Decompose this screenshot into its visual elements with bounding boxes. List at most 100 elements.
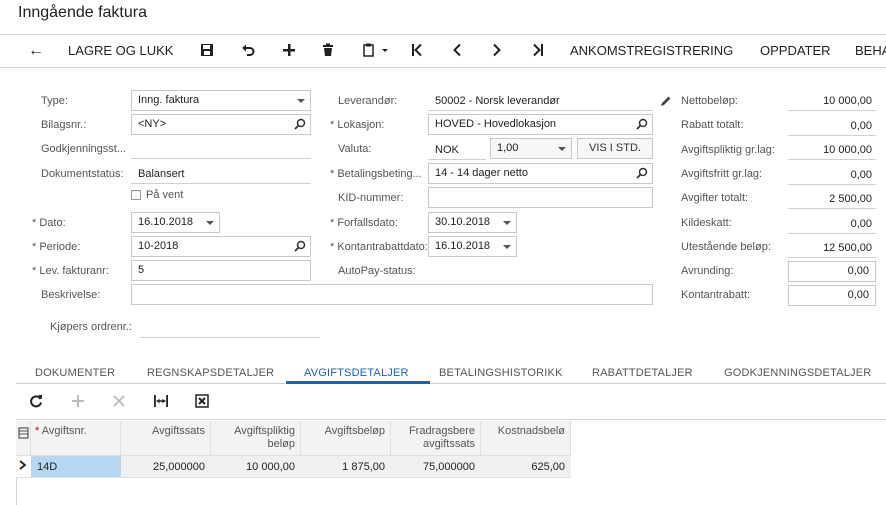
buyer-order-field bbox=[140, 337, 320, 338]
cash-discount-date-value: 16.10.2018 bbox=[435, 240, 491, 252]
currency-label: Valuta: bbox=[338, 143, 372, 155]
add-row-icon[interactable] bbox=[71, 394, 85, 411]
export-excel-icon[interactable] bbox=[195, 394, 209, 411]
description-input[interactable] bbox=[131, 284, 653, 305]
back-arrow-icon[interactable]: ← bbox=[28, 35, 44, 67]
rounding-input[interactable]: 0,00 bbox=[788, 261, 876, 282]
tab-documents[interactable]: DOKUMENTER bbox=[35, 367, 115, 379]
cash-discount-date-input[interactable]: 16.10.2018 bbox=[428, 236, 517, 257]
search-icon[interactable] bbox=[636, 118, 648, 134]
terms-input[interactable]: 14 - 14 dager netto bbox=[428, 163, 653, 184]
row-indicator-icon[interactable] bbox=[16, 456, 31, 478]
refresh-icon[interactable] bbox=[29, 394, 43, 411]
copy-paste-icon[interactable] bbox=[362, 35, 392, 67]
rounding-label: Avrunding: bbox=[681, 265, 734, 277]
autopay-label: AutoPay-status: bbox=[338, 265, 416, 277]
next-record-icon[interactable] bbox=[490, 35, 506, 67]
fit-columns-icon[interactable] bbox=[153, 394, 169, 411]
vendor-ref-input[interactable]: 5 bbox=[131, 260, 311, 281]
on-hold-checkbox[interactable] bbox=[131, 190, 141, 200]
tab-tax-details[interactable]: AVGIFTSDETALJER bbox=[304, 367, 409, 379]
kid-label: KID-nummer: bbox=[338, 192, 404, 204]
tab-payment-history[interactable]: BETALINGSHISTORIKK bbox=[439, 367, 563, 379]
doc-status-value: Balansert bbox=[138, 168, 185, 180]
balance-value: 12 500,00 bbox=[823, 242, 872, 254]
balance-label: Utestående beløp: bbox=[681, 241, 771, 253]
last-record-icon[interactable] bbox=[531, 35, 547, 67]
chevron-down-icon bbox=[503, 221, 511, 225]
more-actions-button[interactable]: BEHA bbox=[855, 35, 886, 67]
cell-tax-rate[interactable]: 25,000000 bbox=[121, 456, 211, 478]
doc-no-label: Bilagsnr.: bbox=[41, 119, 87, 131]
search-icon[interactable] bbox=[636, 167, 648, 183]
currency-rate-select[interactable]: 1,00 bbox=[490, 138, 572, 159]
view-base-button[interactable]: VIS I STD. bbox=[577, 138, 653, 159]
page-title: Inngående faktura bbox=[18, 4, 147, 21]
chevron-down-icon bbox=[503, 245, 511, 249]
location-input[interactable]: HOVED - Hovedlokasjon bbox=[428, 114, 653, 135]
discount-total-value: 0,00 bbox=[850, 120, 872, 132]
buyer-order-label: Kjøpers ordrenr.: bbox=[50, 321, 132, 333]
chevron-down-icon bbox=[297, 99, 305, 103]
col-tax-amount-header[interactable]: Avgiftsbeløp bbox=[301, 421, 391, 456]
currency-rate-value: 1,00 bbox=[497, 142, 519, 154]
doc-no-input[interactable]: <NY> bbox=[131, 114, 311, 135]
tab-accounting-details[interactable]: REGNSKAPSDETALJER bbox=[147, 367, 274, 379]
first-record-icon[interactable] bbox=[410, 35, 426, 67]
location-value: HOVED - Hovedlokasjon bbox=[435, 118, 557, 130]
cell-tax-amount[interactable]: 1 875,00 bbox=[301, 456, 391, 478]
net-amount-label: Nettobeløp: bbox=[681, 95, 738, 107]
doc-no-value: <NY> bbox=[138, 118, 167, 130]
withholding-value: 0,00 bbox=[850, 218, 872, 230]
add-icon[interactable] bbox=[282, 35, 298, 67]
row-settings-icon[interactable] bbox=[16, 421, 31, 456]
date-input[interactable]: 16.10.2018 bbox=[131, 212, 220, 233]
net-amount-value: 10 000,00 bbox=[823, 95, 872, 107]
grid-toolbar bbox=[16, 386, 886, 420]
delete-row-icon[interactable] bbox=[112, 394, 126, 411]
terms-value: 14 - 14 dager netto bbox=[435, 167, 528, 179]
description-label: Beskrivelse: bbox=[41, 289, 101, 301]
previous-record-icon[interactable] bbox=[450, 35, 466, 67]
col-deductible-rate-header[interactable]: Fradragsbere avgiftssats bbox=[391, 421, 481, 456]
discount-total-underline bbox=[788, 135, 876, 136]
period-input[interactable]: 10-2018 bbox=[131, 236, 311, 257]
pencil-icon[interactable] bbox=[660, 95, 672, 110]
vendor-ref-label: * Lev. fakturanr: bbox=[32, 265, 109, 277]
tab-approval-details[interactable]: GODKJENNINGSDETALJER bbox=[724, 367, 871, 379]
active-tab-indicator bbox=[286, 381, 430, 384]
cell-deductible-rate[interactable]: 75,000000 bbox=[391, 456, 481, 478]
update-button[interactable]: OPPDATER bbox=[760, 35, 831, 67]
taxable-label: Avgiftspliktig gr.lag: bbox=[681, 144, 775, 156]
taxable-underline bbox=[788, 159, 876, 160]
kid-input[interactable] bbox=[428, 187, 653, 208]
col-cost-amount-header[interactable]: Kostnadsbelø bbox=[481, 421, 571, 456]
cell-cost-amount[interactable]: 625,00 bbox=[481, 456, 571, 478]
col-tax-rate-header[interactable]: Avgiftssats bbox=[121, 421, 211, 456]
undo-icon[interactable] bbox=[241, 35, 257, 67]
due-date-input[interactable]: 30.10.2018 bbox=[428, 212, 517, 233]
chevron-down-icon bbox=[206, 221, 214, 225]
tax-total-value: 2 500,00 bbox=[829, 193, 872, 205]
detail-tabs: DOKUMENTER REGNSKAPSDETALJER AVGIFTSDETA… bbox=[16, 362, 886, 384]
withholding-underline bbox=[788, 233, 876, 234]
search-icon[interactable] bbox=[294, 240, 306, 256]
type-select[interactable]: Inng. faktura bbox=[131, 90, 311, 111]
save-and-close-button[interactable]: LAGRE OG LUKK bbox=[68, 35, 173, 67]
search-icon[interactable] bbox=[294, 118, 306, 134]
cell-taxable-amount[interactable]: 10 000,00 bbox=[211, 456, 301, 478]
cell-tax-id[interactable]: 14D bbox=[31, 456, 121, 478]
col-tax-id-header[interactable]: * Avgiftsnr. bbox=[31, 421, 121, 456]
save-icon[interactable] bbox=[200, 35, 216, 67]
period-value: 10-2018 bbox=[138, 240, 179, 252]
main-toolbar: ← LAGRE OG LUKK ANKOMSTREGISTRERING OPPD… bbox=[0, 34, 886, 68]
cash-discount-input[interactable]: 0,00 bbox=[788, 285, 876, 306]
vendor-label: Leverandør: bbox=[338, 95, 398, 107]
due-date-value: 30.10.2018 bbox=[435, 216, 491, 228]
arrival-registration-button[interactable]: ANKOMSTREGISTRERING bbox=[570, 35, 733, 67]
tab-discount-details[interactable]: RABATTDETALJER bbox=[592, 367, 693, 379]
col-taxable-amount-header[interactable]: Avgiftspliktig beløp bbox=[211, 421, 301, 456]
delete-icon[interactable] bbox=[321, 35, 337, 67]
approval-status-label: Godkjenningsst... bbox=[41, 143, 126, 155]
due-date-label: * Forfallsdato: bbox=[330, 217, 398, 229]
